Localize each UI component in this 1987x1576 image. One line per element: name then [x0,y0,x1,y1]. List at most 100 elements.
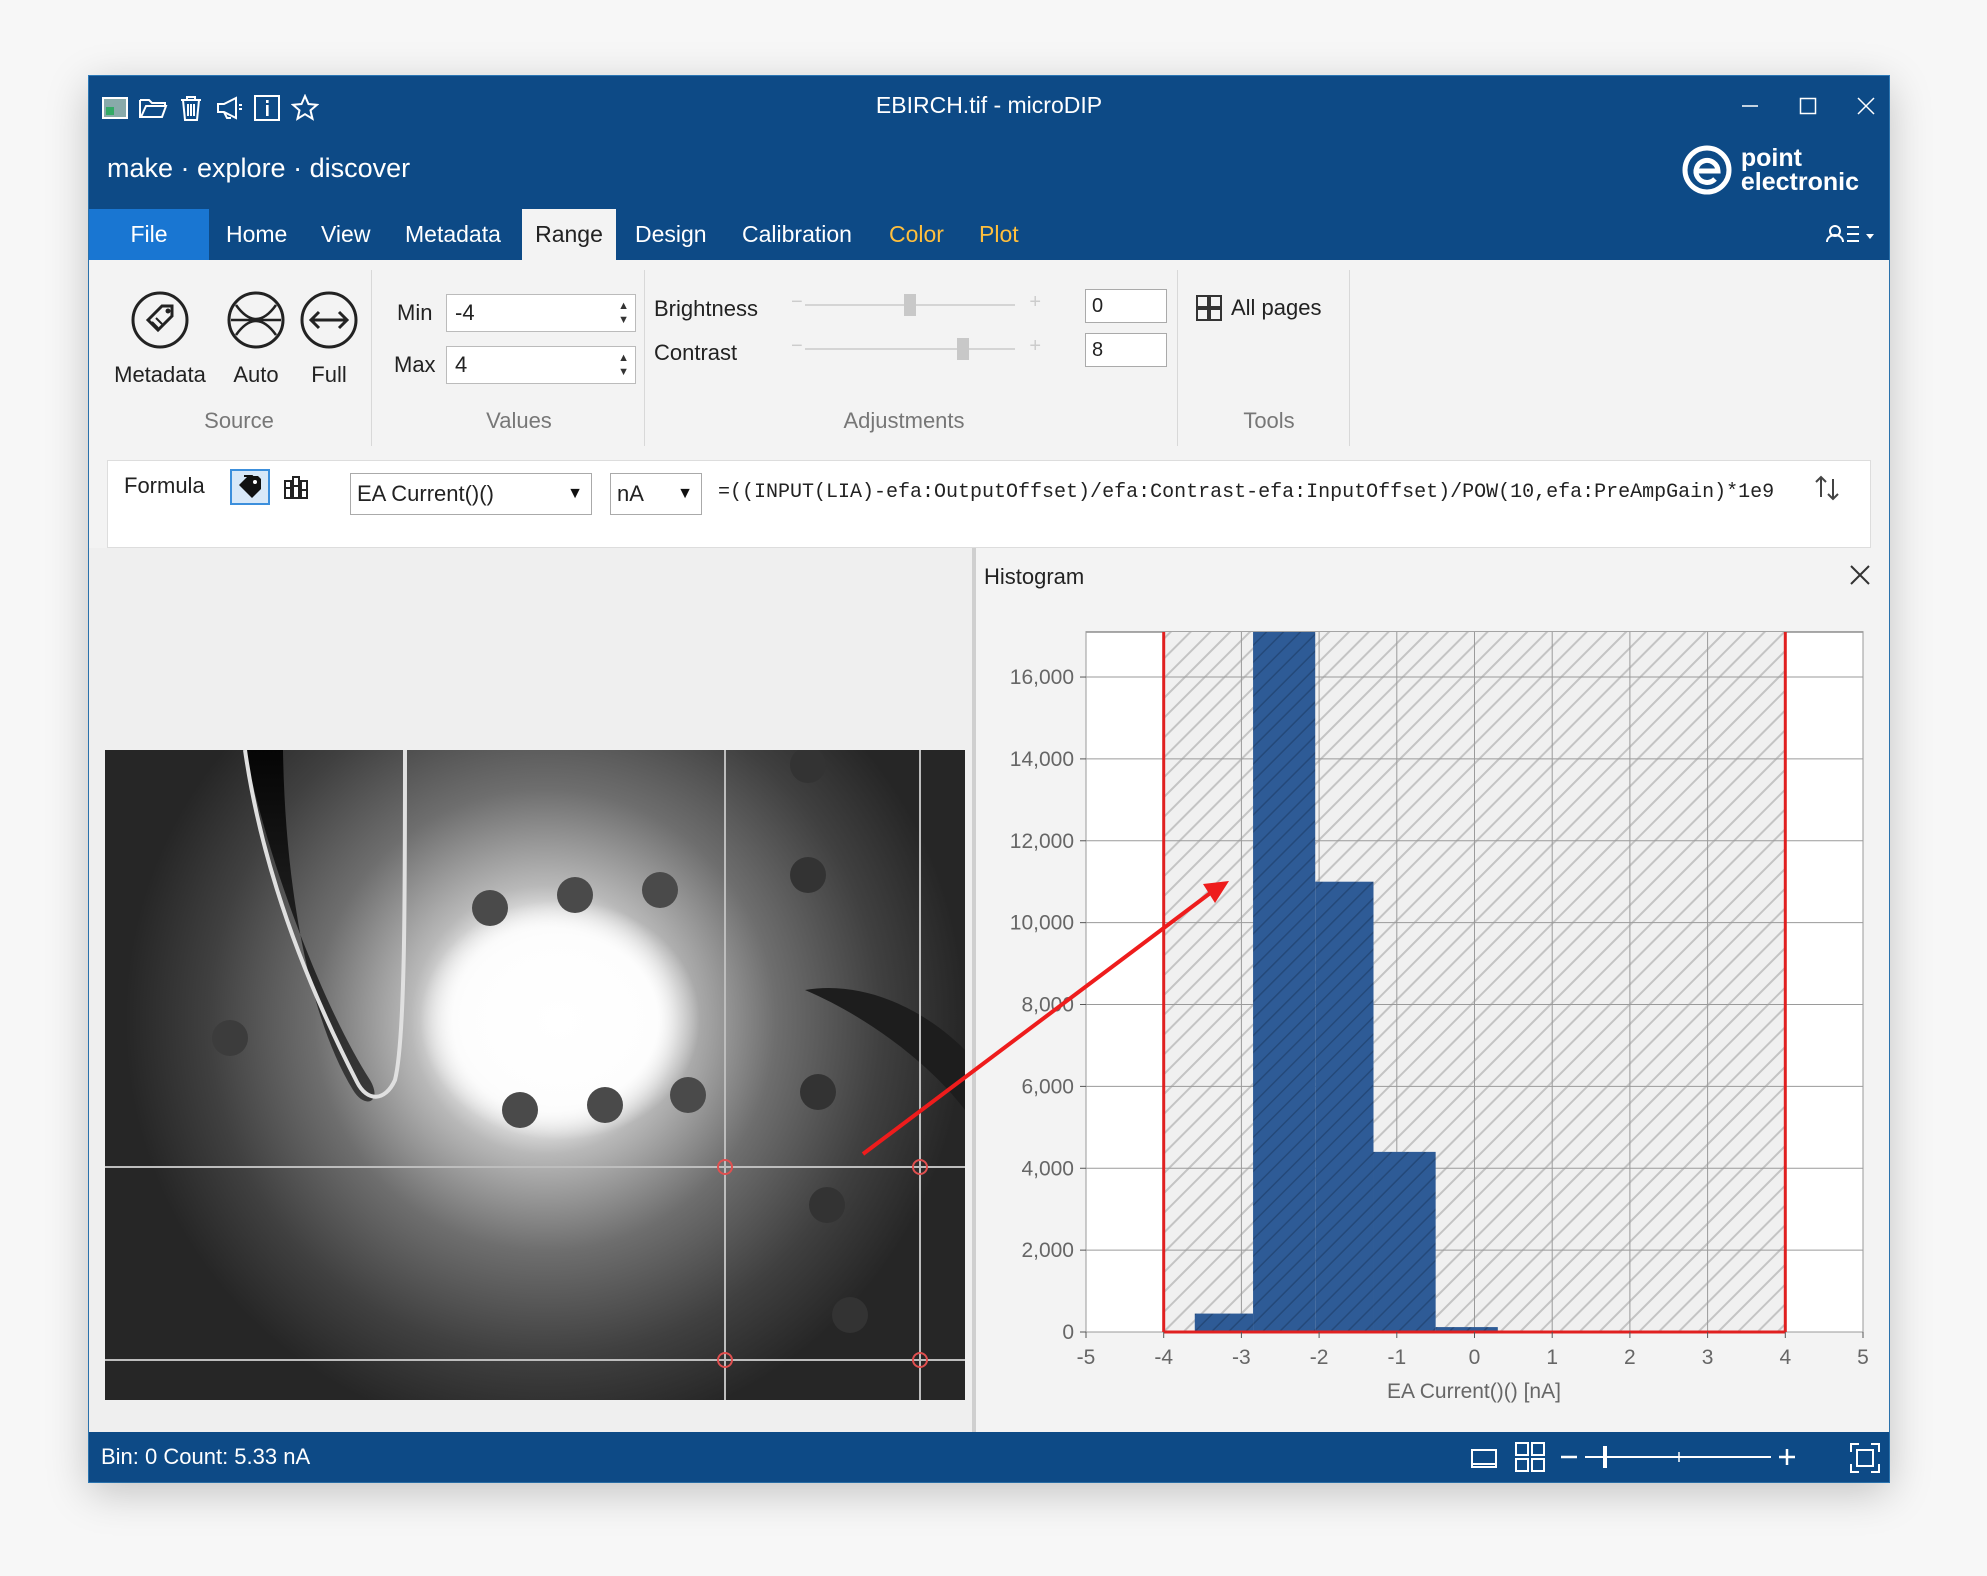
tag-icon [131,291,189,349]
x-tick-label: 3 [1702,1346,1714,1369]
x-axis-label: EA Current()() [nA] [1387,1380,1561,1403]
y-tick-label: 10,000 [1010,912,1074,935]
x-tick-label: 5 [1857,1346,1869,1369]
brightness-input[interactable]: 0 [1085,289,1167,323]
contrast-input[interactable]: 8 [1085,333,1167,367]
unit-select[interactable]: nA ▼ [610,473,702,515]
channel-value: EA Current()() [357,481,494,506]
histogram-chart[interactable]: 0 2,000 4,000 6,000 8,000 10,000 12,000 14,000 1… [976,548,1889,1432]
brightness-slider[interactable]: − + [791,289,1041,319]
minimize-button[interactable] [1727,86,1773,126]
zoom-slider[interactable] [1559,1442,1799,1472]
min-label: Min [397,300,433,325]
x-tick-label: 2 [1624,1346,1636,1369]
max-spinner-icon[interactable]: ▲ ▼ [618,351,629,379]
window-title: EBIRCH.tif - microDIP [875,92,1103,118]
tab-range[interactable]: Range [522,209,616,260]
fit-screen-icon [1850,1443,1880,1473]
auto-range-icon [227,291,285,349]
histogram-bar[interactable] [1373,1151,1436,1332]
brightness-slider-thumb[interactable] [904,294,916,316]
ribbon: Metadata Auto Full Source Min -4 ▲ ▼ Max … [89,260,1889,448]
logo-line-1: point [1740,144,1802,172]
source-full-button[interactable]: Full [294,290,364,388]
close-window-button[interactable] [1843,86,1889,126]
histogram-pane: Histogram 0 2,000 4,000 6,000 8,000 10,000 12,… [976,548,1889,1432]
grid-pages-icon [1196,295,1222,321]
x-tick-label: 4 [1779,1346,1791,1369]
tab-plot[interactable]: Plot [979,209,1019,260]
group-label-values: Values [486,408,552,433]
logo-e-icon [1682,145,1732,195]
auto-button-label: Auto [233,362,279,387]
y-tick-label: 2,000 [1021,1239,1074,1262]
tab-color[interactable]: Color [889,209,944,260]
x-tick-label: -1 [1387,1346,1406,1369]
y-tick-label: 0 [1062,1321,1074,1344]
channel-select[interactable]: EA Current()() ▼ [350,473,592,515]
columns-icon [284,476,308,499]
min-spinner-icon[interactable]: ▲ ▼ [618,299,629,327]
data-columns-button[interactable] [280,471,312,503]
ribbon-tabs: File Home View Metadata Range Design Cal… [89,209,1889,260]
x-tick-label: 1 [1546,1346,1558,1369]
formula-expression[interactable]: =((INPUT(LIA)-efa:OutputOffset)/efa:Cont… [718,479,1808,507]
chevron-down-icon: ▼ [677,485,693,502]
tab-view[interactable]: View [321,209,370,260]
source-metadata-button[interactable]: Metadata [105,290,215,388]
metadata-tag-toggle[interactable] [230,469,270,505]
logo-line-2: electronic [1740,168,1859,196]
min-input[interactable]: -4 ▲ ▼ [446,294,636,332]
company-logo: point electronic [1681,144,1859,196]
app-window: EBIRCH.tif - microDIP make · explore · d… [89,76,1889,1482]
contrast-slider-thumb[interactable] [956,338,969,360]
fit-to-window-button[interactable] [1849,1442,1881,1474]
formula-label: Formula [124,473,205,498]
metadata-button-label: Metadata [114,362,206,387]
max-input[interactable]: 4 ▲ ▼ [446,346,636,384]
single-view-button[interactable] [1469,1444,1499,1472]
unit-value: nA [617,481,644,506]
x-tick-label: -3 [1232,1346,1251,1369]
all-pages-button[interactable]: All pages [1195,294,1322,322]
y-tick-label: 6,000 [1021,1075,1074,1098]
grid-view-button[interactable] [1513,1440,1547,1474]
single-page-icon [1471,1449,1497,1468]
tab-file[interactable]: File [89,209,209,260]
sort-arrows-button[interactable] [1812,473,1842,503]
group-divider [371,270,372,446]
x-tick-label: -5 [1077,1346,1096,1369]
tagline: make · explore · discover [107,153,411,183]
sem-image[interactable] [105,750,965,1400]
histogram-bar[interactable] [1315,881,1374,1332]
maximize-button[interactable] [1785,86,1831,126]
x-tick-label: -2 [1310,1346,1329,1369]
histogram-bar[interactable] [1194,1313,1254,1332]
contrast-slider[interactable]: − + [791,333,1041,363]
ribbon-options-icon[interactable] [1824,209,1880,260]
tab-calibration[interactable]: Calibration [742,209,852,260]
chevron-down-icon: ▼ [567,485,583,502]
source-auto-button[interactable]: Auto [221,290,291,388]
y-tick-label: 16,000 [1010,666,1074,689]
y-tick-label: 12,000 [1010,830,1074,853]
group-divider [1349,270,1350,446]
y-tick-label: 14,000 [1010,748,1074,771]
tag-icon [239,475,261,498]
y-tick-label: 8,000 [1021,994,1074,1017]
max-label: Max [394,352,436,377]
histogram-bar[interactable] [1253,632,1316,1332]
min-value: -4 [455,300,475,325]
tab-metadata[interactable]: Metadata [405,209,501,260]
group-divider [644,270,645,446]
status-bar: Bin: 0 Count: 5.33 nA [89,1432,1889,1482]
y-tick-label: 4,000 [1021,1157,1074,1180]
formula-bar: Formula EA Current()() ▼ nA ▼ =((INPUT(L… [107,460,1871,548]
all-pages-label: All pages [1231,295,1322,320]
tab-design[interactable]: Design [635,209,707,260]
group-label-adjustments: Adjustments [843,408,965,433]
tab-home[interactable]: Home [226,209,287,260]
x-tick-label: 0 [1469,1346,1481,1369]
group-divider [1177,270,1178,446]
x-tick-label: -4 [1154,1346,1173,1369]
